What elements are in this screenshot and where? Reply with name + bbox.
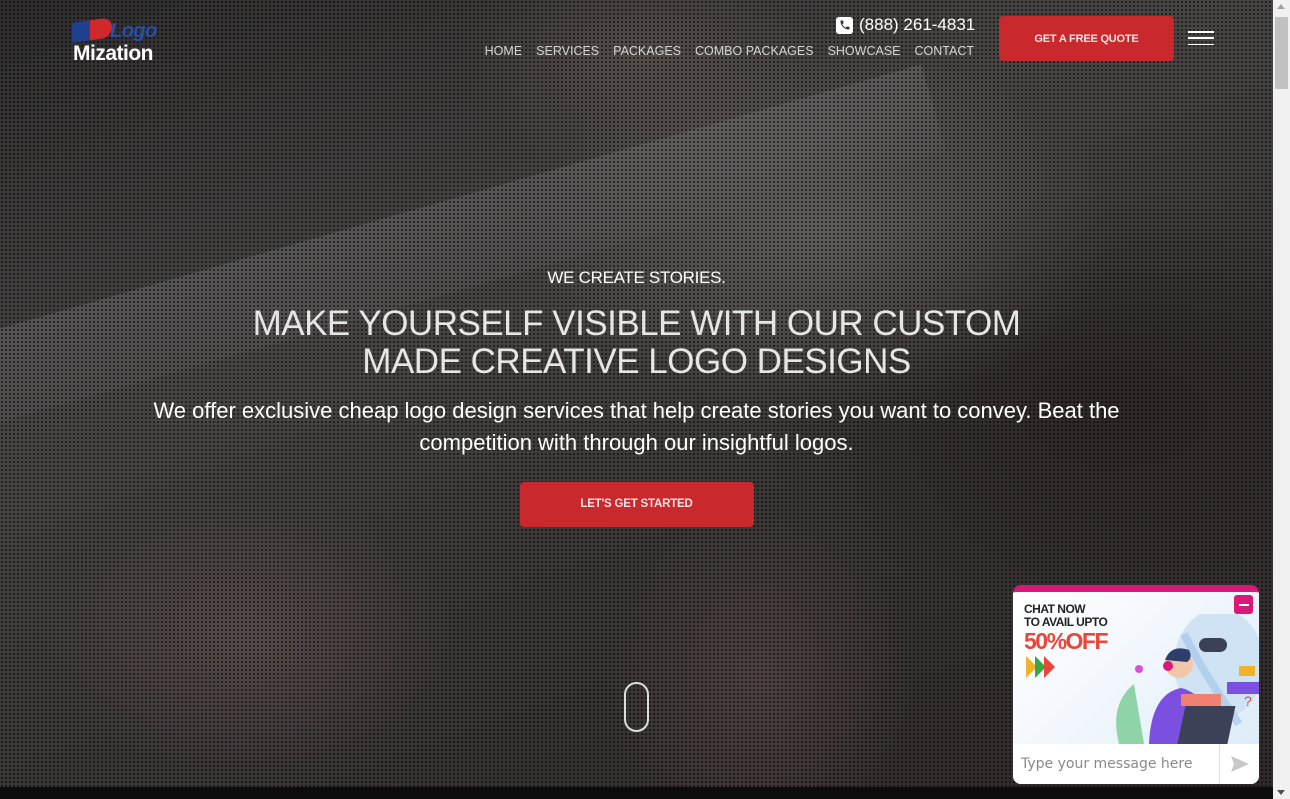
hero-content: WE CREATE STORIES. MAKE YOURSELF VISIBLE… bbox=[0, 268, 1273, 527]
phone-icon bbox=[836, 16, 853, 34]
scroll-up-arrow-icon[interactable] bbox=[1277, 4, 1285, 9]
headline-line-1: MAKE YOURSELF VISIBLE WITH OUR CUSTOM bbox=[252, 304, 1021, 343]
logo-text-top: Logo bbox=[110, 20, 157, 42]
chat-promo-line-1: CHAT NOW bbox=[1024, 602, 1086, 616]
nav-showcase[interactable]: SHOWCASE bbox=[828, 44, 901, 58]
minimize-icon[interactable] bbox=[1234, 595, 1253, 614]
nav-services[interactable]: SERVICES bbox=[536, 44, 599, 58]
send-icon[interactable] bbox=[1219, 744, 1259, 784]
site-logo[interactable]: Logo Mization bbox=[72, 17, 164, 68]
page-scrollbar[interactable] bbox=[1273, 0, 1290, 799]
mouse-scroll-icon[interactable] bbox=[624, 682, 649, 732]
nav-home[interactable]: HOME bbox=[485, 44, 523, 58]
next-section-edge bbox=[0, 787, 1273, 799]
chat-promo-offer: 50%OFF bbox=[1024, 628, 1109, 654]
chat-input-row bbox=[1013, 744, 1259, 784]
chat-message-input[interactable] bbox=[1013, 744, 1219, 784]
logo-text-bottom: Mization bbox=[73, 42, 154, 65]
hero-tagline: WE CREATE STORIES. bbox=[547, 268, 726, 287]
nav-packages[interactable]: PACKAGES bbox=[613, 44, 681, 58]
hamburger-icon[interactable] bbox=[1188, 31, 1214, 45]
get-free-quote-button[interactable]: GET A FREE QUOTE bbox=[999, 16, 1174, 61]
svg-text:?: ? bbox=[1244, 693, 1252, 709]
nav-contact[interactable]: CONTACT bbox=[915, 44, 975, 58]
scrollbar-thumb[interactable] bbox=[1275, 17, 1288, 89]
phone-number: (888) 261-4831 bbox=[859, 15, 976, 34]
nav-combo-packages[interactable]: COMBO PACKAGES bbox=[695, 44, 814, 58]
chat-promo-banner[interactable]: CHAT NOW TO AVAIL UPTO 50%OFF ? bbox=[1013, 592, 1259, 744]
main-nav: HOME SERVICES PACKAGES COMBO PACKAGES SH… bbox=[485, 44, 974, 58]
logo-flag-icon bbox=[72, 17, 112, 43]
phone-link[interactable]: (888) 261-4831 bbox=[836, 15, 975, 35]
chevrons-icon bbox=[1026, 656, 1055, 678]
hero-subtext: We offer exclusive cheap logo design ser… bbox=[153, 398, 1120, 455]
hero-headline: MAKE YOURSELF VISIBLE WITH OUR CUSTOM MA… bbox=[0, 305, 1273, 381]
scroll-down-arrow-icon[interactable] bbox=[1277, 790, 1285, 795]
chat-promo-line-2: TO AVAIL UPTO bbox=[1024, 615, 1108, 629]
headline-line-2: MADE CREATIVE LOGO DESIGNS bbox=[362, 342, 911, 381]
support-agent-illustration: ? bbox=[1116, 614, 1259, 744]
lets-get-started-button[interactable]: LET'S GET STARTED bbox=[519, 482, 754, 527]
chat-widget: CHAT NOW TO AVAIL UPTO 50%OFF ? bbox=[1013, 585, 1259, 784]
